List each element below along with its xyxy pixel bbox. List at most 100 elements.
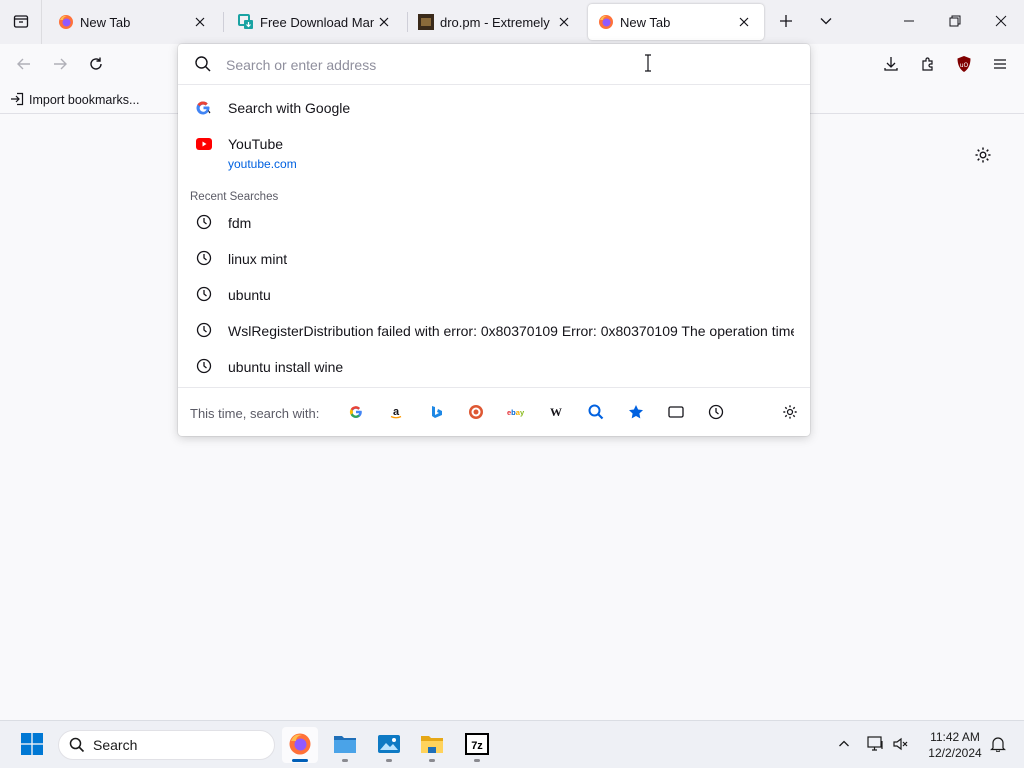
tab-free-download-manager[interactable]: Free Download Manager — [228, 4, 404, 40]
svg-text:a: a — [393, 406, 400, 418]
download-icon — [883, 56, 899, 75]
search-settings-gear-icon[interactable] — [780, 402, 800, 422]
ebay-icon[interactable]: ebay — [506, 402, 526, 422]
windows-logo-icon — [21, 732, 43, 758]
history-clock-icon — [195, 357, 213, 375]
text-cursor-icon — [644, 54, 652, 72]
search-icon[interactable] — [586, 402, 606, 422]
show-hidden-icons-button[interactable] — [832, 731, 856, 759]
recent-search-row[interactable]: WslRegisterDistribution failed with erro… — [178, 316, 810, 344]
extensions-button[interactable] — [912, 49, 944, 81]
reload-button[interactable] — [80, 49, 112, 81]
urlbar-popup: Search with Google YouTube youtube.com R… — [178, 44, 810, 436]
taskbar-app-firefox[interactable] — [282, 727, 318, 763]
search-with-google-label: Search with Google — [228, 100, 351, 116]
history-clock-icon — [195, 285, 213, 303]
close-tab-icon[interactable] — [374, 12, 394, 32]
taskbar-app-file-explorer[interactable] — [327, 727, 363, 763]
restore-icon — [949, 15, 961, 30]
taskbar-clock[interactable]: 11:42 AM 12/2/2024 — [918, 729, 992, 761]
recent-search-text: fdm — [228, 215, 252, 231]
close-tab-icon[interactable] — [734, 12, 754, 32]
recent-search-row[interactable]: ubuntu — [178, 280, 810, 308]
minimize-icon — [903, 15, 915, 30]
active-indicator — [292, 759, 308, 762]
taskbar-app-folder[interactable] — [414, 727, 450, 763]
list-all-tabs-button[interactable] — [803, 0, 849, 44]
taskbar-search-box[interactable]: Search — [58, 730, 275, 760]
duckduckgo-icon[interactable] — [466, 402, 486, 422]
running-indicator — [474, 759, 480, 762]
ublock-shield-icon: uO — [956, 55, 972, 76]
tab-dro-pm[interactable]: dro.pm - Extremely Short — [408, 4, 584, 40]
one-off-search-bar: This time, search with: a ebay W — [178, 387, 810, 436]
history-clock-icon — [195, 249, 213, 267]
start-button[interactable] — [14, 727, 50, 763]
google-icon[interactable] — [346, 402, 366, 422]
tab-separator — [223, 12, 224, 32]
back-arrow-icon — [16, 56, 32, 75]
notifications-button[interactable] — [986, 731, 1010, 759]
import-bookmarks-label: Import bookmarks... — [29, 93, 140, 107]
close-icon — [995, 15, 1007, 30]
search-icon — [194, 55, 212, 76]
import-icon — [10, 92, 29, 109]
plus-icon — [779, 14, 793, 31]
recent-search-row[interactable]: fdm — [178, 208, 810, 236]
firefox-icon — [288, 732, 312, 759]
recent-search-row[interactable]: ubuntu install wine — [178, 352, 810, 380]
tab-new-tab-active[interactable]: New Tab — [588, 4, 764, 40]
close-window-button[interactable] — [978, 0, 1024, 44]
firefox-icon — [598, 14, 614, 30]
network-tray-button[interactable] — [864, 731, 888, 759]
import-bookmarks-button[interactable]: Import bookmarks... — [10, 90, 139, 110]
network-monitor-icon — [867, 735, 885, 755]
bing-icon[interactable] — [426, 402, 446, 422]
tabs-icon[interactable] — [666, 402, 686, 422]
svg-text:ebay: ebay — [507, 408, 525, 417]
back-button[interactable] — [8, 49, 40, 81]
urlbar-input-row — [178, 44, 810, 85]
tab-new-tab-1[interactable]: New Tab — [48, 4, 220, 40]
photos-icon — [377, 733, 401, 758]
file-explorer-icon — [333, 733, 357, 758]
history-clock-icon — [195, 321, 213, 339]
restore-button[interactable] — [932, 0, 978, 44]
recent-searches-heading: Recent Searches — [190, 191, 279, 203]
history-icon[interactable] — [706, 402, 726, 422]
tab-title: dro.pm - Extremely Short — [440, 14, 554, 30]
youtube-suggestion-row[interactable]: YouTube youtube.com — [178, 132, 810, 176]
search-with-google-row[interactable]: Search with Google — [178, 94, 810, 122]
reload-icon — [88, 56, 104, 75]
bookmarks-star-icon[interactable] — [626, 402, 646, 422]
chevron-down-icon — [819, 14, 833, 31]
folder-icon — [420, 733, 444, 758]
app-menu-button[interactable] — [984, 49, 1016, 81]
taskbar-app-7zip[interactable]: 7z — [459, 727, 495, 763]
taskbar-app-photos[interactable] — [371, 727, 407, 763]
running-indicator — [429, 759, 435, 762]
recent-search-text: ubuntu install wine — [228, 359, 344, 375]
forward-button[interactable] — [44, 49, 76, 81]
windows-taskbar: Search 7z 11:42 AM 12/2/2024 — [0, 720, 1024, 768]
close-tab-icon[interactable] — [554, 12, 574, 32]
firefox-view-button[interactable] — [0, 0, 42, 44]
minimize-button[interactable] — [886, 0, 932, 44]
recent-search-text: WslRegisterDistribution failed with erro… — [228, 323, 794, 339]
google-search-icon — [195, 99, 213, 117]
customize-new-tab-button[interactable] — [972, 145, 994, 167]
amazon-icon[interactable]: a — [386, 402, 406, 422]
search-icon — [69, 737, 85, 753]
close-tab-icon[interactable] — [190, 12, 210, 32]
wikipedia-icon[interactable]: W — [546, 402, 566, 422]
recent-search-row[interactable]: linux mint — [178, 244, 810, 272]
hamburger-menu-icon — [992, 56, 1008, 75]
youtube-title: YouTube — [228, 136, 284, 152]
recent-search-text: linux mint — [228, 251, 288, 267]
downloads-button[interactable] — [875, 49, 907, 81]
ublock-origin-button[interactable]: uO — [948, 49, 980, 81]
urlbar-input[interactable] — [226, 54, 786, 76]
bell-icon — [990, 736, 1006, 755]
search-with-label: This time, search with: — [190, 406, 320, 421]
volume-tray-button[interactable] — [889, 731, 913, 759]
